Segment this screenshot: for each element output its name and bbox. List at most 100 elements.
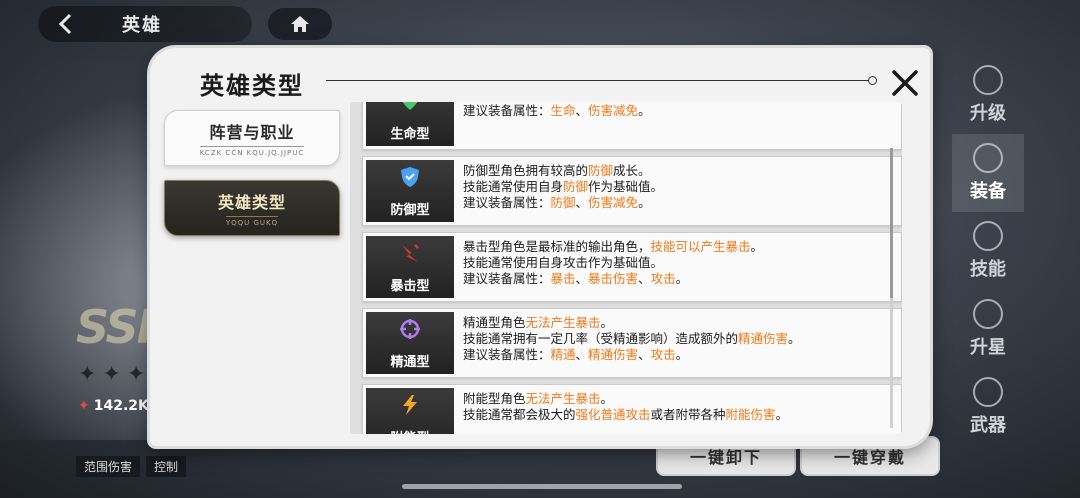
description-text: 。 xyxy=(775,407,789,422)
nav-item-label: 升星 xyxy=(970,337,1006,358)
nav-item-star-up[interactable]: 升星 xyxy=(952,290,1024,368)
highlight-text: 防御 xyxy=(550,195,576,210)
description-text: 技能通常拥有一定几率（受精通影响）造成额外的 xyxy=(463,331,739,346)
tab-subtitle: KCZK CCN KQU.JQ.JJPUC xyxy=(199,146,305,157)
hero-type-name: 防御型 xyxy=(390,202,430,218)
chevron-left-icon xyxy=(58,13,72,35)
description-text: 暴击型角色是最标准的输出角色， xyxy=(463,239,651,254)
highlight-text: 攻击 xyxy=(650,347,676,362)
highlight-text: 生命 xyxy=(550,103,576,118)
highlight-text: 攻击 xyxy=(650,271,676,286)
description-text: 、 xyxy=(575,103,589,118)
lightning-icon xyxy=(398,393,422,421)
right-nav: 升级 装备 技能 升星 武器 xyxy=(952,56,1024,446)
hero-tag: 范围伤害 xyxy=(76,456,141,477)
crosshair-icon xyxy=(398,317,422,345)
nav-item-label: 武器 xyxy=(970,415,1006,436)
hero-type-card: 生命型技能通常使用自身最大生命作为基础值。建议装备属性：生命、伤害减免。 xyxy=(362,102,902,150)
description-line: 技能通常都会极大的强化普通攻击或者附带各种附能伤害。 xyxy=(463,407,788,423)
description-text: 。 xyxy=(600,315,614,330)
highlight-text: 暴击伤害 xyxy=(588,271,639,286)
hero-type-card: 暴击型 暴击型角色是最标准的输出角色，技能可以产生暴击。 技能通常使用自身攻击作为基… xyxy=(362,232,902,302)
description-line: 暴击型角色是最标准的输出角色，技能可以产生暴击。 xyxy=(463,239,763,255)
back-button[interactable] xyxy=(38,6,94,42)
description-line: 建议装备属性：生命、伤害减免。 xyxy=(463,103,688,119)
shield-icon xyxy=(398,165,422,193)
highlight-text: 精通伤害 xyxy=(738,331,789,346)
critical-icon xyxy=(398,241,422,269)
tab-hero-type[interactable]: 英雄类型 YQQU GUKQ xyxy=(164,180,340,236)
description-line: 防御型角色拥有较高的防御成长。 xyxy=(463,163,663,179)
tab-faction-and-class[interactable]: 阵营与职业 KCZK CCN KQU.JQ.JJPUC xyxy=(164,110,340,166)
description-text: 防御型角色拥有较高的 xyxy=(463,163,589,178)
highlight-text: 精通伤害 xyxy=(588,347,639,362)
description-text: 、 xyxy=(638,271,651,286)
description-line: 精通型角色无法产生暴击。 xyxy=(463,315,801,331)
description-text: 技能通常使用自身攻击作为基础值。 xyxy=(463,255,664,270)
nav-item-weapon[interactable]: 武器 xyxy=(952,368,1024,446)
nav-item-level-up[interactable]: 升级 xyxy=(952,56,1024,134)
title-divider xyxy=(326,80,870,81)
tab-label: 阵营与职业 xyxy=(209,123,295,142)
description-text: 、 xyxy=(575,271,589,286)
description-text: 。 xyxy=(788,331,801,346)
description-text: 技能通常使用自身 xyxy=(463,179,564,194)
modal-title: 英雄类型 xyxy=(200,72,304,100)
nav-item-equipment[interactable]: 装备 xyxy=(952,134,1024,212)
home-icon xyxy=(291,16,309,32)
hero-type-description: 附能型角色无法产生暴击。 技能通常都会极大的强化普通攻击或者附带各种附能伤害。 xyxy=(457,385,788,434)
hero-type-card: 附能型附能型角色无法产生暴击。技能通常都会极大的强化普通攻击或者附带各种附能伤害… xyxy=(362,384,902,434)
home-button[interactable] xyxy=(268,8,332,40)
highlight-text: 技能可以产生暴击 xyxy=(650,239,751,254)
equipment-icon xyxy=(973,143,1003,173)
description-text: 。 xyxy=(638,195,651,210)
description-text: 建议装备属性： xyxy=(463,103,551,118)
type-list-panel[interactable]: 生命型技能通常使用自身最大生命作为基础值。建议装备属性：生命、伤害减免。防御型防… xyxy=(350,102,902,434)
skill-icon xyxy=(973,221,1003,251)
hero-type-name: 生命型 xyxy=(390,126,430,142)
description-text: 建议装备属性： xyxy=(463,195,551,210)
type-list: 生命型技能通常使用自身最大生命作为基础值。建议装备属性：生命、伤害减免。防御型防… xyxy=(362,102,902,434)
hero-type-badge: 暴击型 xyxy=(366,236,454,298)
hero-stars: ✦✦✦ xyxy=(78,362,152,387)
hero-type-badge: 精通型 xyxy=(366,312,454,374)
tab-label: 英雄类型 xyxy=(217,193,286,212)
description-text: 技能通常都会极大的 xyxy=(463,407,576,422)
description-line: 技能通常使用自身攻击作为基础值。 xyxy=(463,255,763,271)
hero-type-description: 防御型角色拥有较高的防御成长。 技能通常使用自身防御作为基础值。 建议装备属性：防御… xyxy=(457,157,663,225)
hero-type-modal: 英雄类型 阵营与职业 KCZK CCN KQU.JQ.JJPUC 英雄类型 YQ… xyxy=(150,48,930,446)
close-button[interactable] xyxy=(888,66,922,100)
description-text: 。 xyxy=(750,239,764,254)
nav-item-skill[interactable]: 技能 xyxy=(952,212,1024,290)
highlight-text: 无法产生暴击 xyxy=(525,315,601,330)
hero-type-name: 暴击型 xyxy=(390,278,430,294)
screen-title: 英雄 xyxy=(122,15,162,36)
hero-type-badge: 附能型 xyxy=(366,388,454,434)
title-divider-dot xyxy=(868,76,877,85)
description-text: 、 xyxy=(575,195,589,210)
highlight-text: 强化普通攻击 xyxy=(575,407,651,422)
top-nav-bar: 英雄 xyxy=(38,6,252,42)
scrollbar-thumb[interactable] xyxy=(890,148,893,298)
highlight-text: 防御 xyxy=(563,179,589,194)
description-text: 精通型角色 xyxy=(463,315,526,330)
description-text: 建议装备属性： xyxy=(463,271,551,286)
hero-tags: 范围伤害 控制 xyxy=(76,456,187,477)
power-icon: ✦ xyxy=(78,398,90,414)
hero-type-name: 精通型 xyxy=(390,354,430,370)
highlight-text: 精通 xyxy=(550,347,576,362)
hero-type-description: 技能通常使用自身最大生命作为基础值。建议装备属性：生命、伤害减免。 xyxy=(457,102,688,149)
description-text: 。 xyxy=(600,391,614,406)
level-up-icon xyxy=(973,65,1003,95)
hero-power: ✦ 142.2K xyxy=(78,398,149,414)
description-text: 。 xyxy=(638,103,651,118)
home-indicator[interactable] xyxy=(402,484,682,489)
close-icon xyxy=(892,70,918,96)
description-line: 建议装备属性：暴击、暴击伤害、攻击。 xyxy=(463,271,763,287)
description-text: 、 xyxy=(638,347,651,362)
heart-icon xyxy=(398,102,422,117)
scrollbar[interactable] xyxy=(890,148,893,428)
weapon-icon xyxy=(973,377,1003,407)
highlight-text: 伤害减免 xyxy=(588,195,639,210)
description-line: 附能型角色无法产生暴击。 xyxy=(463,391,788,407)
